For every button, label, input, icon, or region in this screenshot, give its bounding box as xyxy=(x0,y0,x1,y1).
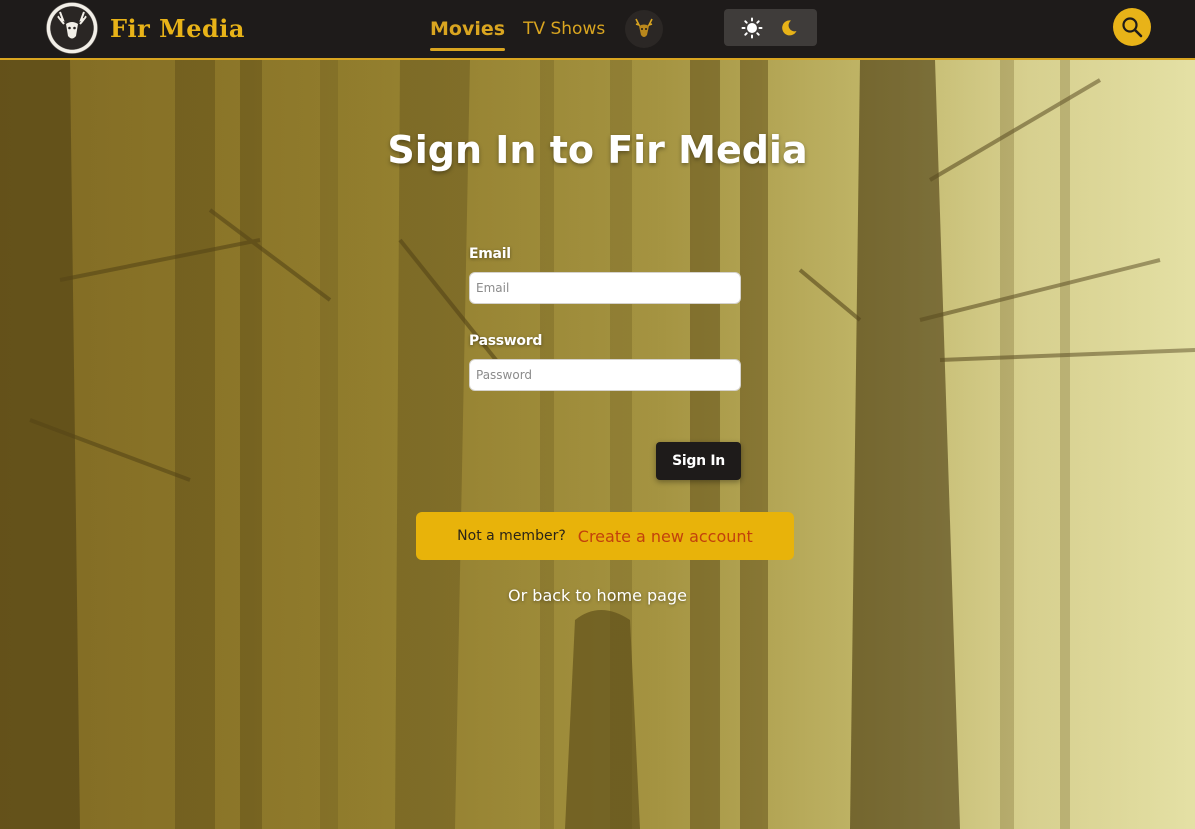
email-label: Email xyxy=(469,246,511,262)
moon-icon[interactable] xyxy=(774,13,804,43)
forest-background xyxy=(0,60,1195,829)
top-navbar: Fir Media Movies TV Shows xyxy=(0,0,1195,60)
back-to-home-link[interactable]: Or back to home page xyxy=(0,586,1195,605)
deer-head-logo-icon xyxy=(46,2,98,54)
create-account-link[interactable]: Create a new account xyxy=(578,527,753,546)
nav-item-tv-shows[interactable]: TV Shows xyxy=(523,0,605,58)
main-nav: Movies TV Shows xyxy=(430,0,664,58)
theme-toggle xyxy=(724,9,817,46)
search-icon[interactable] xyxy=(1113,8,1151,46)
signup-prompt: Not a member? xyxy=(457,528,566,544)
deer-avatar-icon[interactable] xyxy=(625,10,664,48)
sign-in-button[interactable]: Sign In xyxy=(656,442,741,480)
brand-home-link[interactable]: Fir Media xyxy=(46,2,245,54)
email-field[interactable] xyxy=(469,272,741,304)
brand-name: Fir Media xyxy=(110,13,245,43)
password-field[interactable] xyxy=(469,359,741,391)
nav-item-movies[interactable]: Movies xyxy=(430,0,506,58)
password-label: Password xyxy=(469,333,543,349)
sun-icon[interactable] xyxy=(737,13,767,43)
page-title: Sign In to Fir Media xyxy=(387,128,808,172)
signup-banner: Not a member? Create a new account xyxy=(416,512,794,560)
